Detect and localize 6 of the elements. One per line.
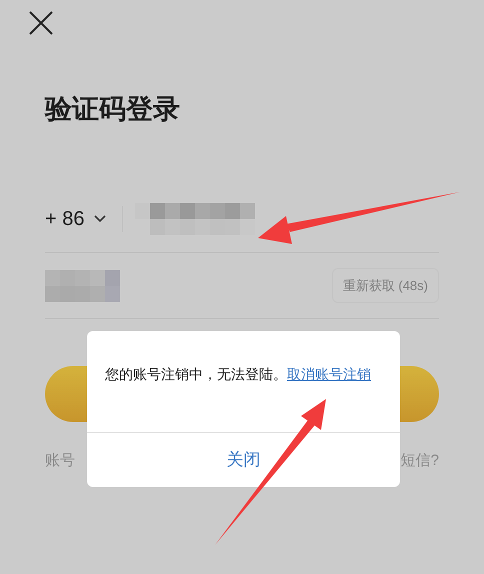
- close-icon[interactable]: [28, 10, 54, 36]
- chevron-down-icon[interactable]: [94, 214, 106, 222]
- page-title: 验证码登录: [45, 96, 181, 123]
- country-code[interactable]: + 86: [45, 204, 84, 234]
- cancel-deregistration-link[interactable]: 取消账号注销: [287, 366, 371, 382]
- close-dialog-button[interactable]: 关闭: [87, 433, 400, 487]
